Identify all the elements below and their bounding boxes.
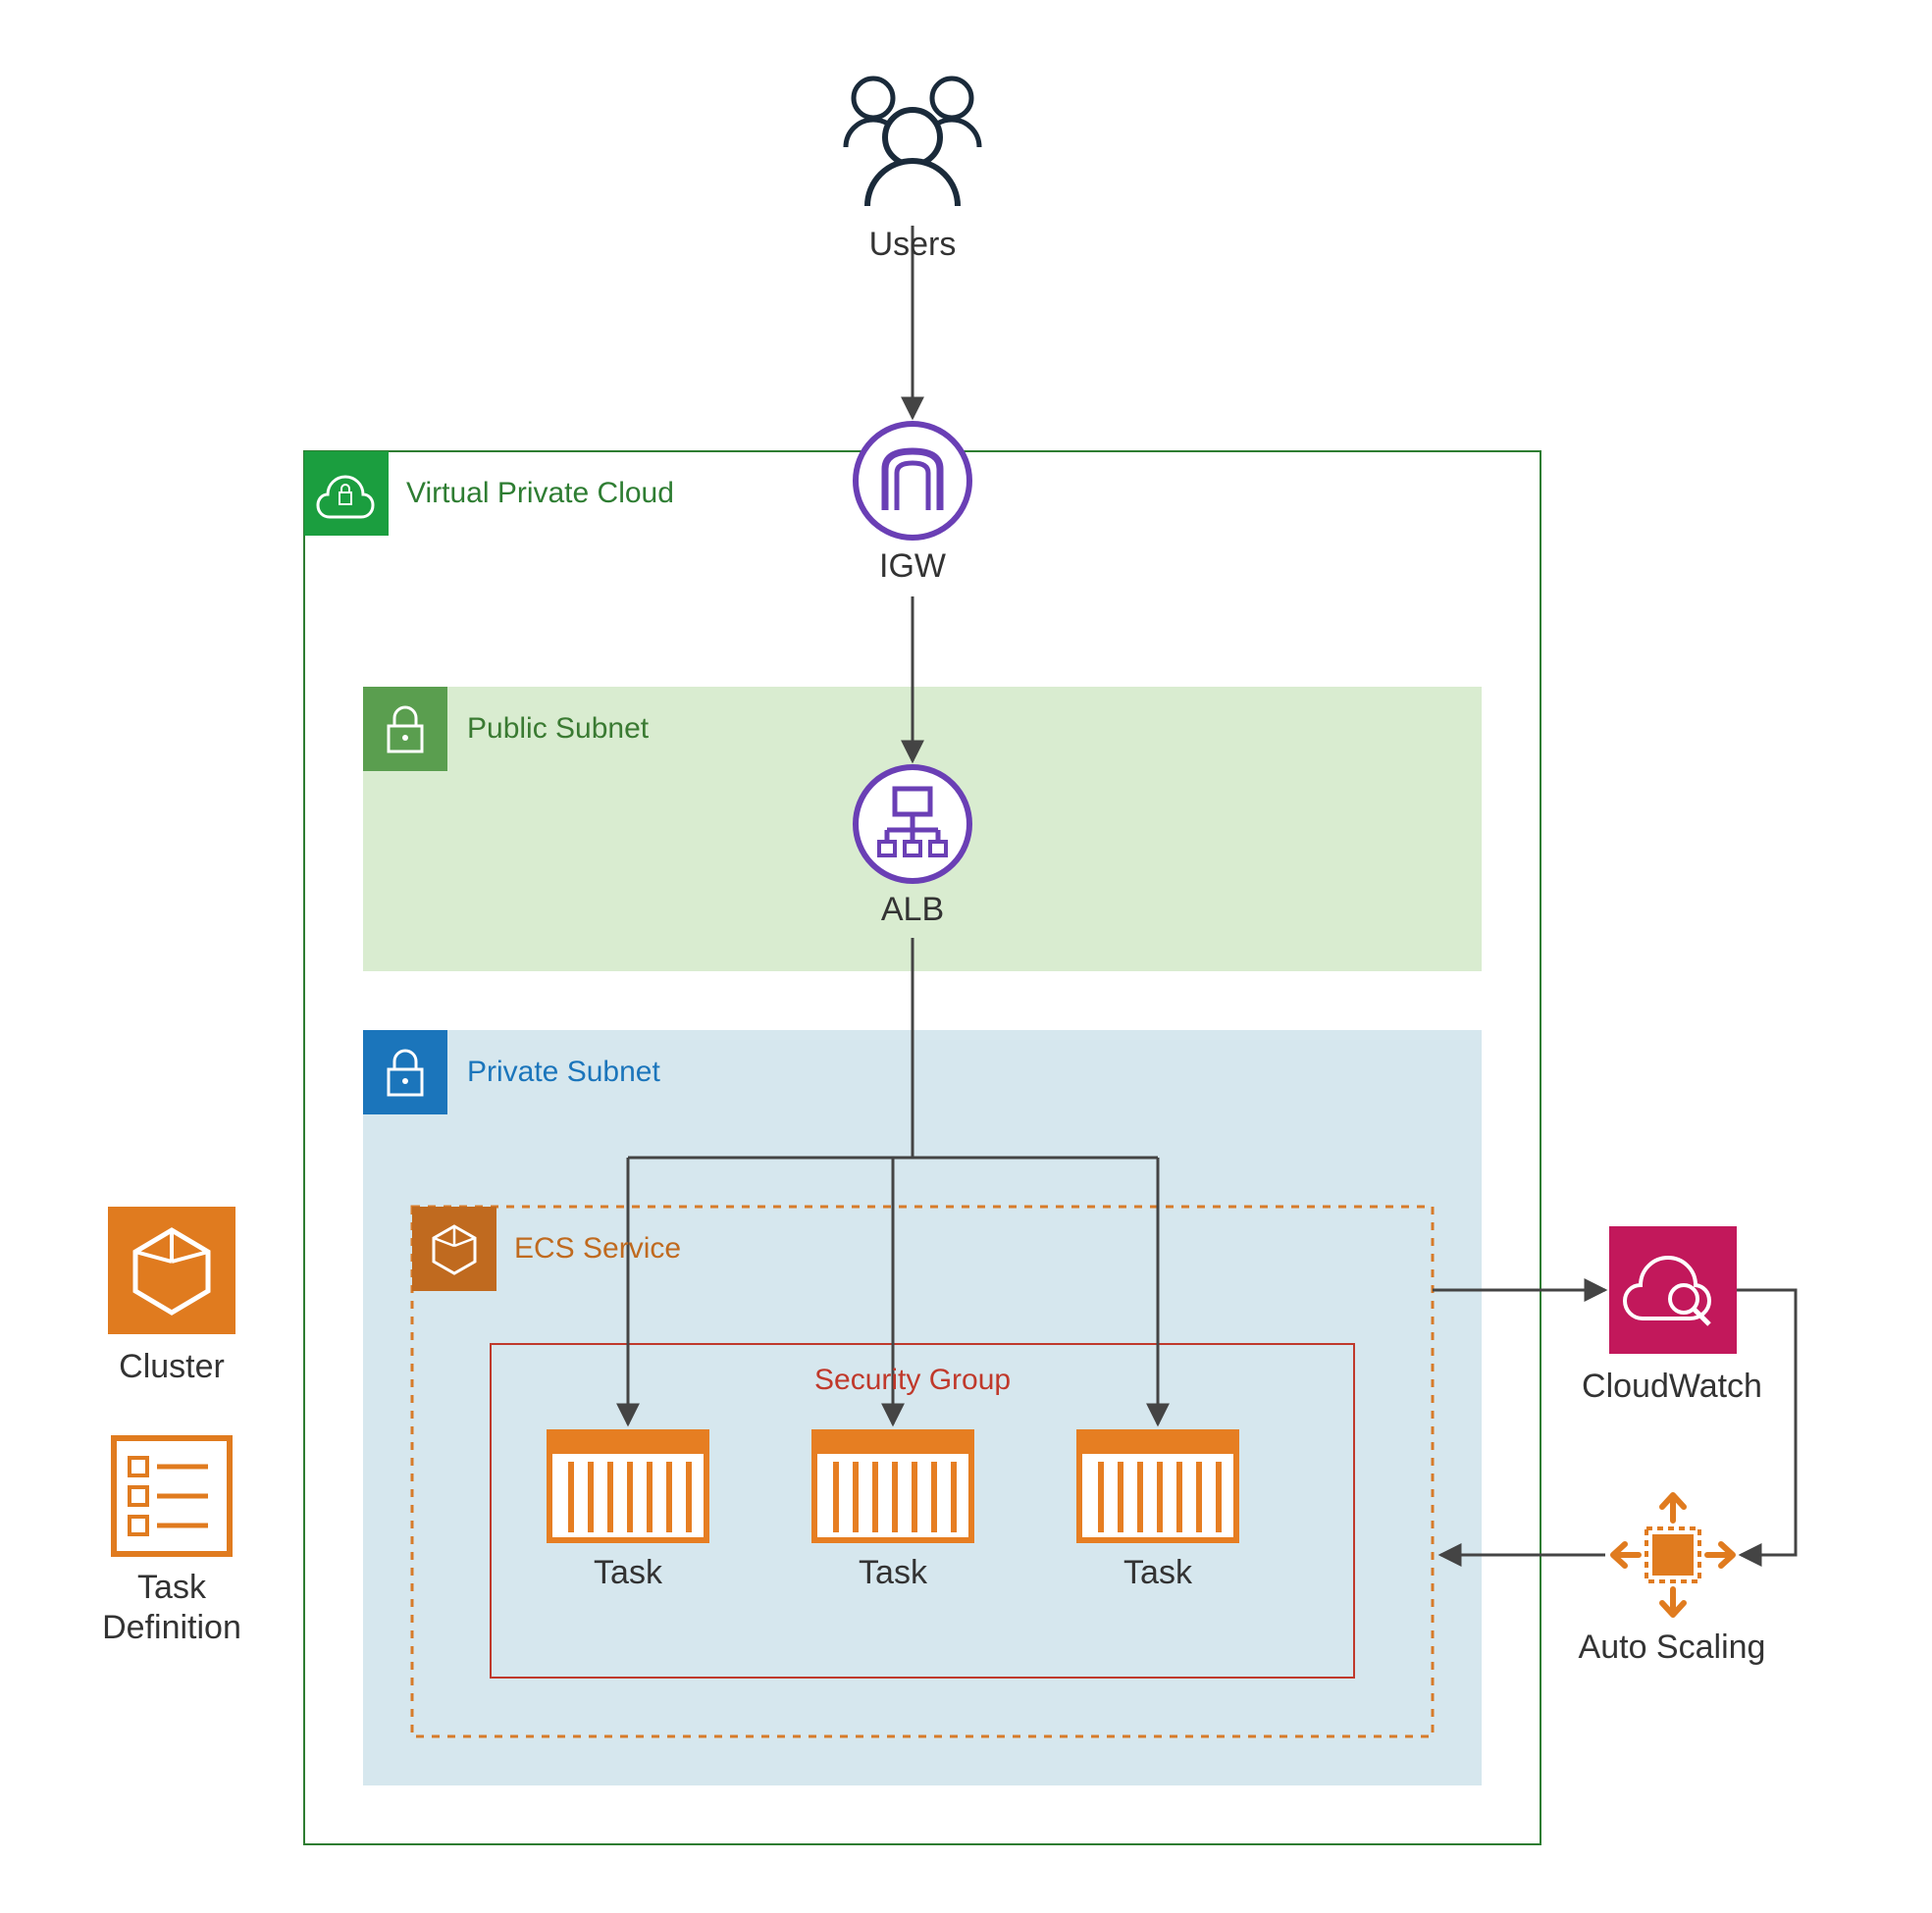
users-icon bbox=[846, 78, 979, 206]
alb-icon bbox=[856, 767, 969, 881]
igw-icon bbox=[856, 424, 969, 538]
cluster-label: Cluster bbox=[106, 1348, 237, 1386]
arrow-cw-autoscaling bbox=[1737, 1290, 1796, 1555]
security-group-label: Security Group bbox=[814, 1364, 1011, 1397]
architecture-diagram: Users IGW Virtual Private Cloud Public S… bbox=[0, 0, 1932, 1913]
task3-label: Task bbox=[1109, 1554, 1207, 1592]
igw-label: IGW bbox=[863, 547, 962, 586]
task2-label: Task bbox=[844, 1554, 942, 1592]
autoscaling-label: Auto Scaling bbox=[1564, 1629, 1780, 1667]
vpc-label: Virtual Private Cloud bbox=[406, 477, 674, 510]
public-subnet-label: Public Subnet bbox=[467, 712, 649, 746]
autoscaling-icon bbox=[1613, 1495, 1733, 1615]
task-icon-1 bbox=[549, 1432, 706, 1540]
diagram-svg bbox=[0, 0, 1932, 1913]
alb-label: ALB bbox=[863, 891, 962, 929]
ecs-service-badge bbox=[412, 1207, 496, 1291]
private-subnet-label: Private Subnet bbox=[467, 1056, 660, 1089]
cloudwatch-label: CloudWatch bbox=[1574, 1368, 1770, 1406]
task-definition-label: Task Definition bbox=[78, 1568, 265, 1648]
ecs-service-label: ECS Service bbox=[514, 1232, 681, 1266]
private-subnet-badge bbox=[363, 1030, 447, 1114]
public-subnet-badge bbox=[363, 687, 447, 771]
task1-label: Task bbox=[579, 1554, 677, 1592]
task-icon-2 bbox=[814, 1432, 971, 1540]
private-subnet-box bbox=[363, 1030, 1482, 1785]
task-icon-3 bbox=[1079, 1432, 1236, 1540]
users-label: Users bbox=[854, 226, 971, 264]
task-definition-icon bbox=[114, 1438, 230, 1554]
